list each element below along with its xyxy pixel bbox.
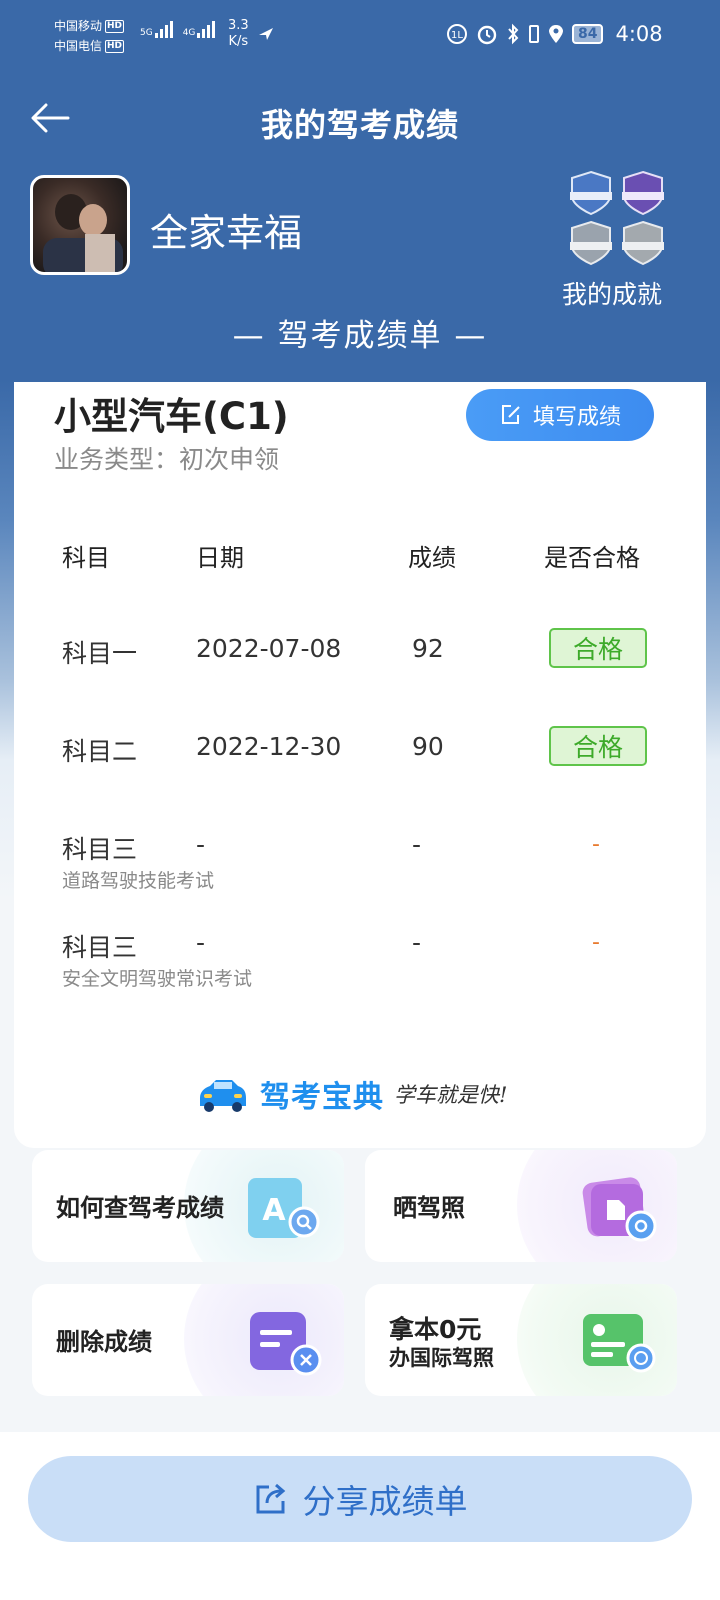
col-subject-header: 科目	[62, 544, 110, 572]
hd-call-icon: 1L	[447, 24, 467, 44]
badge-icon[interactable]	[568, 220, 614, 266]
badge-icon[interactable]	[620, 220, 666, 266]
svg-text:1L: 1L	[451, 30, 463, 41]
tile-label: 删除成绩	[56, 1328, 152, 1356]
row-subject: 科目二	[62, 737, 138, 766]
network-type-2: 4G	[182, 28, 196, 38]
row-result: -	[592, 930, 600, 955]
col-score-header: 成绩	[408, 544, 456, 572]
row-result: -	[592, 832, 600, 857]
row-score: -	[412, 928, 422, 957]
status-bar: 中国移动 HD 中国电信 HD 5G 4G 3.3 K/s 1L 84 4:08	[0, 0, 720, 72]
pass-badge: 合格	[549, 628, 647, 668]
tile-label: 如何查驾考成绩	[56, 1194, 224, 1222]
col-pass-header: 是否合格	[544, 544, 640, 572]
row-score: 92	[412, 634, 444, 663]
badge-icon[interactable]	[568, 170, 614, 216]
vehicle-type: 小型汽车(C1)	[54, 395, 289, 438]
row-subject: 科目三	[62, 933, 138, 962]
score-sheet-title: — 驾考成绩单 —	[232, 318, 488, 354]
share-score-button[interactable]: 分享成绩单	[28, 1456, 692, 1542]
row-score: -	[412, 830, 422, 859]
carrier-info: 中国移动 HD 中国电信 HD	[54, 16, 125, 56]
avatar[interactable]	[30, 175, 130, 275]
page-title: 我的驾考成绩	[260, 106, 459, 144]
location-icon	[549, 25, 563, 43]
tile-how-to-check[interactable]: 如何查驾考成绩 A	[32, 1150, 344, 1262]
tile-show-license[interactable]: 晒驾照	[365, 1150, 677, 1262]
status-icons: 1L 84 4:08	[446, 22, 663, 46]
hd-badge: HD	[105, 39, 125, 53]
row-subtitle: 道路驾驶技能考试	[62, 870, 215, 892]
battery-icon: 84	[572, 24, 604, 44]
carrier-1: 中国移动	[54, 19, 103, 33]
row-subtitle: 安全文明驾驶常识考试	[62, 968, 253, 990]
fill-score-button[interactable]: 填写成绩	[466, 389, 654, 441]
row-score: 90	[412, 732, 444, 761]
network-type-1: 5G	[140, 28, 153, 38]
alarm-icon	[477, 25, 497, 45]
carrier-2: 中国电信	[54, 39, 103, 53]
row-date: 2022-12-30	[196, 732, 342, 761]
tile-delete-score[interactable]: 删除成绩	[32, 1284, 344, 1396]
share-label: 分享成绩单	[302, 1482, 468, 1521]
hd-badge: HD	[105, 19, 125, 33]
achievement-badges[interactable]	[568, 170, 672, 270]
business-type: 业务类型：初次申领	[54, 445, 280, 474]
vibrate-icon	[529, 25, 539, 43]
signal-icon	[197, 20, 216, 38]
tile-label: 晒驾照	[393, 1194, 465, 1222]
row-date: -	[196, 830, 206, 859]
fill-score-label: 填写成绩	[532, 405, 621, 430]
row-date: 2022-07-08	[196, 634, 342, 663]
row-date: -	[196, 928, 206, 957]
search-doc-icon: A	[248, 1178, 320, 1238]
col-date-header: 日期	[196, 544, 244, 572]
location-arrow-icon	[259, 28, 273, 40]
edit-icon	[501, 405, 520, 424]
share-icon	[256, 1483, 285, 1514]
photo-share-icon	[582, 1177, 657, 1242]
signal-icon	[154, 20, 173, 38]
user-name: 全家幸福	[150, 211, 303, 255]
network-speed: 3.3 K/s	[228, 18, 249, 49]
bluetooth-icon	[508, 23, 519, 45]
row-subject: 科目三	[62, 835, 138, 864]
tile-label-line2: 办国际驾照	[389, 1346, 494, 1370]
car-logo-icon	[200, 1080, 246, 1112]
delete-doc-icon	[250, 1312, 322, 1376]
signal-group: 5G 4G	[140, 20, 216, 38]
badge-icon[interactable]	[620, 170, 666, 216]
brand-logo: 驾考宝典 学车就是快!	[194, 1072, 507, 1116]
row-subject: 科目一	[62, 639, 138, 668]
intl-license-icon	[583, 1314, 656, 1373]
brand-slogan: 学车就是快!	[394, 1083, 508, 1107]
tile-label-line1: 拿本0元	[389, 1315, 482, 1344]
achievements-link[interactable]: 我的成就	[562, 275, 662, 311]
clock: 4:08	[615, 22, 663, 46]
pass-badge: 合格	[549, 726, 647, 766]
brand-name: 驾考宝典	[260, 1080, 384, 1115]
svg-text:A: A	[262, 1193, 286, 1228]
tile-intl-license[interactable]: 拿本0元 办国际驾照	[365, 1284, 677, 1396]
